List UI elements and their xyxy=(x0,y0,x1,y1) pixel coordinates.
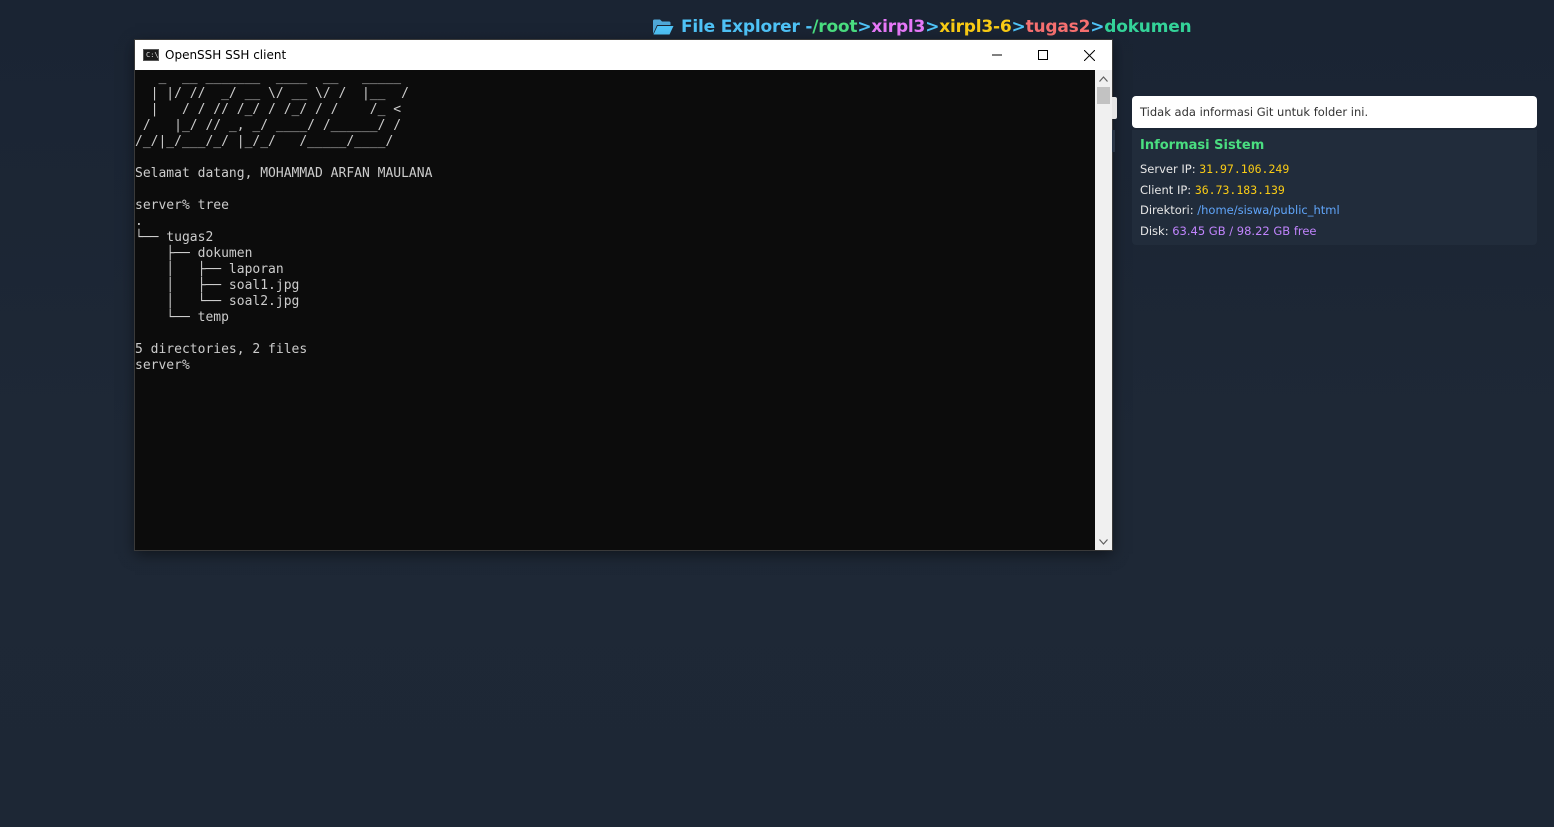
terminal-line: │ ├── laporan xyxy=(135,262,284,277)
client-ip-row: Client IP: 36.73.183.139 xyxy=(1140,180,1529,201)
server-ip-row: Server IP: 31.97.106.249 xyxy=(1140,159,1529,180)
disk-value: 63.45 GB / 98.22 GB free xyxy=(1172,223,1317,238)
terminal-line: /_/|_/___/_/ |_/_/ /_____/____/ xyxy=(135,134,394,149)
chevron-down-icon xyxy=(1099,538,1108,545)
breadcrumb-separator: > xyxy=(925,17,940,37)
client-ip-label: Client IP: xyxy=(1140,182,1195,197)
terminal-line: ├── dokumen xyxy=(135,246,253,261)
chevron-up-icon xyxy=(1099,75,1108,82)
terminal-scrollbar[interactable] xyxy=(1095,70,1112,550)
terminal-line: | / / // /_/ / /_/ / / /_ < xyxy=(135,102,402,117)
breadcrumb-item[interactable]: dokumen xyxy=(1104,17,1191,37)
terminal-output[interactable]: _ __ _______ ____ __ _____ | |/ // _/ __… xyxy=(135,70,1095,550)
minimize-button[interactable] xyxy=(974,40,1020,70)
page-header: File Explorer - /root>xirpl3>xirpl3-6>tu… xyxy=(652,14,1192,40)
panel-edge xyxy=(1112,97,1117,119)
window-title: OpenSSH SSH client xyxy=(165,48,287,62)
ssh-client-window[interactable]: C:\ OpenSSH SSH client _ __ _______ ____… xyxy=(135,40,1112,550)
terminal-line: │ ├── soal1.jpg xyxy=(135,278,300,293)
terminal-line: 5 directories, 2 files xyxy=(135,342,308,357)
disk-label: Disk: xyxy=(1140,223,1173,238)
close-button[interactable] xyxy=(1066,40,1112,70)
server-ip-value: 31.97.106.249 xyxy=(1199,162,1290,176)
panel-edge xyxy=(1112,130,1115,152)
breadcrumb-item[interactable]: tugas2 xyxy=(1026,17,1091,37)
terminal-line: . xyxy=(135,214,143,229)
scrollbar-thumb[interactable] xyxy=(1097,87,1110,104)
system-info-heading: Informasi Sistem xyxy=(1140,138,1265,153)
scroll-down-button[interactable] xyxy=(1095,533,1112,550)
breadcrumb-separator: > xyxy=(1090,17,1105,37)
system-info-panel: Informasi Sistem Server IP: 31.97.106.24… xyxy=(1132,130,1537,245)
window-titlebar[interactable]: C:\ OpenSSH SSH client xyxy=(135,40,1112,70)
server-ip-label: Server IP: xyxy=(1140,162,1200,176)
minimize-icon xyxy=(992,54,1002,56)
client-ip-value: 36.73.183.139 xyxy=(1194,182,1285,197)
breadcrumb-item[interactable]: xirpl3 xyxy=(871,17,925,37)
directory-value: /home/siswa/public_html xyxy=(1197,203,1340,217)
git-info-message: Tidak ada informasi Git untuk folder ini… xyxy=(1140,105,1369,119)
terminal-line: └── temp xyxy=(135,310,229,325)
folder-open-icon xyxy=(653,19,674,35)
directory-label: Direktori: xyxy=(1140,203,1198,217)
scroll-up-button[interactable] xyxy=(1095,70,1112,87)
breadcrumb-item[interactable]: xirpl3-6 xyxy=(939,17,1011,37)
directory-row: Direktori: /home/siswa/public_html xyxy=(1140,200,1529,221)
terminal-text: _ __ _______ ____ __ _____ | |/ // _/ __… xyxy=(135,70,1095,374)
terminal-line: └── tugas2 xyxy=(135,230,214,245)
terminal-line: | |/ // _/ __ \/ __ \/ / |__ / xyxy=(135,86,409,101)
breadcrumb: /root>xirpl3>xirpl3-6>tugas2>dokumen xyxy=(812,17,1191,37)
maximize-button[interactable] xyxy=(1020,40,1066,70)
terminal-line: / |_/ // _, _/ ____/ /______/ / xyxy=(135,118,402,133)
close-icon xyxy=(1083,49,1095,61)
terminal-line: server% xyxy=(135,358,190,373)
breadcrumb-separator: > xyxy=(857,17,872,37)
disk-row: Disk: 63.45 GB / 98.22 GB free xyxy=(1140,221,1529,242)
breadcrumb-separator: > xyxy=(1011,17,1026,37)
terminal-app-icon: C:\ xyxy=(143,49,159,61)
maximize-icon xyxy=(1038,50,1048,60)
breadcrumb-item[interactable]: /root xyxy=(812,17,857,37)
git-info-box: Tidak ada informasi Git untuk folder ini… xyxy=(1132,96,1537,128)
terminal-line: _ __ _______ ____ __ _____ xyxy=(135,70,402,85)
header-title: File Explorer - xyxy=(681,17,813,37)
terminal-line: │ └── soal2.jpg xyxy=(135,294,300,309)
terminal-line: Selamat datang, MOHAMMAD ARFAN MAULANA xyxy=(135,166,433,181)
terminal-line: server% tree xyxy=(135,198,229,213)
